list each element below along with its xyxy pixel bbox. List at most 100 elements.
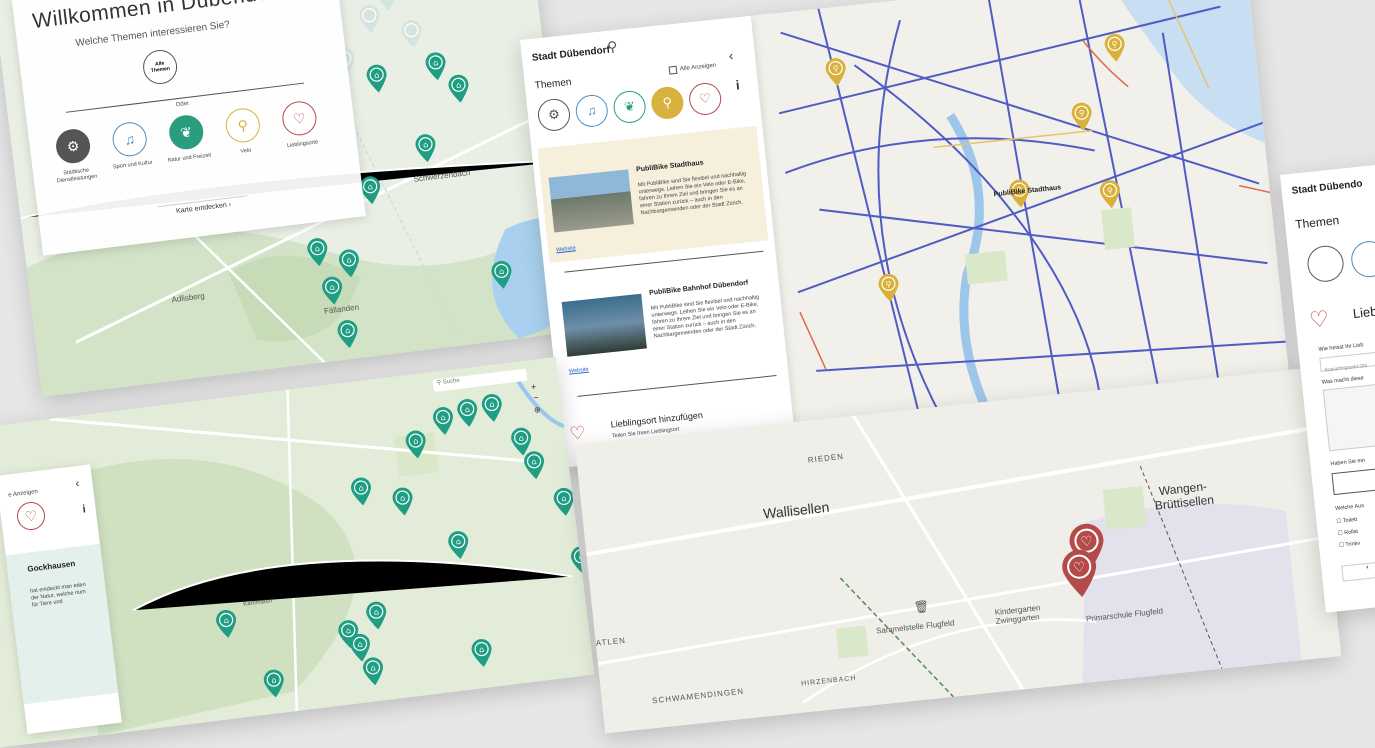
nature-pin[interactable]: ⌂ xyxy=(305,236,330,268)
checkbox-box[interactable] xyxy=(669,66,678,75)
topic-label: Velo xyxy=(218,145,274,159)
q1-placeholder: Aussichtspunkt Glo xyxy=(1321,363,1367,374)
q2-label: Was macht diese xyxy=(1322,375,1364,385)
option-checkbox[interactable]: ☐ Trinkv xyxy=(1339,541,1361,549)
topic-button[interactable]: ♡Lieblingsorte xyxy=(270,98,334,174)
svg-text:⌂: ⌂ xyxy=(464,405,470,415)
all-topics-label: Alle Themen xyxy=(148,60,171,75)
inactive-pin[interactable] xyxy=(399,18,424,50)
welcome-dialog: Willkommen in Dübendorf Welche Themen in… xyxy=(12,0,366,256)
heart-icon[interactable]: ♡ xyxy=(15,500,46,531)
svg-text:⌂: ⌂ xyxy=(358,483,364,493)
nature-pin[interactable]: ⌂ xyxy=(446,529,471,561)
svg-text:⌂: ⌂ xyxy=(455,537,461,547)
svg-text:⌂: ⌂ xyxy=(345,326,351,336)
nature-pin[interactable]: ⌂ xyxy=(390,485,415,517)
nature-pin[interactable]: ⌂ xyxy=(446,73,471,105)
option-label: Rollst xyxy=(1344,529,1358,536)
nature-pin[interactable]: ⌂ xyxy=(349,475,374,507)
svg-text:⌂: ⌂ xyxy=(578,552,584,562)
theme-filter-bicycle-icon[interactable]: ⚲ xyxy=(650,85,685,120)
place-title: Gockhausen xyxy=(27,559,76,574)
nature-pin[interactable]: ⌂ xyxy=(403,428,428,460)
trash-icon: 🗑 xyxy=(913,599,930,615)
collapse-panel-button[interactable]: ‹ xyxy=(728,48,734,63)
nature-pin[interactable]: ⌂ xyxy=(489,259,514,291)
all-topics-button[interactable]: Alle Themen xyxy=(141,48,179,86)
bike-station-pin[interactable]: ⚲ xyxy=(1070,101,1095,133)
topic-button[interactable]: ⚲Velo xyxy=(213,105,277,181)
svg-text:⚲: ⚲ xyxy=(832,64,839,74)
topic-label: Lieblingsorte xyxy=(274,138,330,152)
svg-text:⌂: ⌂ xyxy=(440,413,446,423)
nature-pin[interactable]: ⌂ xyxy=(364,599,389,631)
nature-pin[interactable]: ⌂ xyxy=(262,667,287,699)
svg-text:⚲: ⚲ xyxy=(1107,186,1114,196)
show-all-label: e Anzeigen xyxy=(8,489,38,499)
entry-website-link[interactable]: Website xyxy=(569,367,589,375)
nature-pin[interactable]: ⌂ xyxy=(469,637,494,669)
theme-filter-heart-icon[interactable]: ♡ xyxy=(688,81,723,116)
bike-station-pin[interactable]: ⚲ xyxy=(824,56,849,88)
bike-station-pin[interactable]: ⚲ xyxy=(1098,178,1123,210)
favorite-pin[interactable]: ♡ xyxy=(1059,546,1102,601)
topic-label: Natur und Freizeit xyxy=(161,152,217,166)
topic-button[interactable]: ♫Sport und Kultur xyxy=(100,119,164,195)
entry-title: PubliBike Bahnhof Dübendorf xyxy=(649,279,749,296)
svg-text:⚲: ⚲ xyxy=(885,280,892,290)
option-checkbox[interactable]: ☐ Rollst xyxy=(1338,529,1359,537)
svg-text:⌂: ⌂ xyxy=(400,493,406,503)
entry-website-link[interactable]: Website xyxy=(556,245,576,253)
q4-label: Welche Aus xyxy=(1335,503,1364,512)
nature-pin[interactable]: ⌂ xyxy=(361,655,386,687)
theme-filter-municipal-services-icon[interactable]: ⚙ xyxy=(536,97,571,132)
sport-culture-icon[interactable] xyxy=(1350,239,1375,279)
explore-label: Karte entdecken xyxy=(176,202,227,215)
nature-pin[interactable]: ⌂ xyxy=(337,247,362,279)
entry-description: Mit PubliBike sind Sie flexibel und nach… xyxy=(638,170,756,217)
zoom-in-button[interactable]: + xyxy=(530,381,536,392)
svg-text:⌂: ⌂ xyxy=(455,80,461,90)
topic-button[interactable]: ⚙Städtische Dienstleistungen xyxy=(43,126,107,202)
q3-label: Haben Sie ein xyxy=(1330,458,1365,468)
nature-pin[interactable]: ⌂ xyxy=(522,449,547,481)
nature-pin[interactable]: ⌂ xyxy=(214,608,239,640)
explore-map-button[interactable]: Karte entdecken › xyxy=(158,195,250,224)
theme-filter-nature-icon[interactable]: ❦ xyxy=(612,89,647,124)
entry-title: PubliBike Stadthaus xyxy=(636,160,704,174)
nature-pin[interactable]: ⌂ xyxy=(423,50,448,82)
topic-label: Sport und Kultur xyxy=(105,159,161,173)
nature-pin[interactable]: ⌂ xyxy=(431,405,456,437)
svg-text:♡: ♡ xyxy=(1072,559,1086,576)
form-back-button[interactable]: ‹ xyxy=(1341,560,1375,581)
list-item[interactable]: PubliBike Stadthaus Mit PubliBike sind S… xyxy=(537,126,768,263)
theme-filter-sport-culture-icon[interactable]: ♫ xyxy=(574,93,609,128)
nature-pin[interactable]: ⌂ xyxy=(335,318,360,350)
bike-station-pin[interactable]: ⚲ xyxy=(1103,32,1128,64)
locate-icon[interactable]: ⊕ xyxy=(533,405,541,415)
form-themes-heading: Themen xyxy=(1295,213,1340,232)
list-item[interactable]: PubliBike Bahnhof Dübendorf Mit PubliBik… xyxy=(551,255,782,392)
nature-pin[interactable]: ⌂ xyxy=(455,397,480,429)
q1-label: Wie heisst Ihr Lieb xyxy=(1318,342,1364,353)
nature-icon: ❦ xyxy=(167,113,205,151)
municipal-services-icon[interactable] xyxy=(1306,244,1346,284)
collapse-panel-button[interactable]: ‹ xyxy=(75,476,81,490)
nature-pin[interactable]: ⌂ xyxy=(552,486,577,518)
zoom-out-button[interactable]: − xyxy=(533,392,539,403)
nature-pin[interactable]: ⌂ xyxy=(480,392,505,424)
show-all-checkbox[interactable]: Alle Anzeigen xyxy=(669,62,717,75)
nature-pin[interactable]: ⌂ xyxy=(413,132,438,164)
svg-text:⌂: ⌂ xyxy=(433,58,439,68)
panel-logo-bicycle-icon: ⚲ xyxy=(606,38,618,56)
info-button[interactable]: i xyxy=(735,77,740,92)
info-button[interactable]: i xyxy=(82,503,87,515)
svg-text:⚲: ⚲ xyxy=(1111,40,1118,50)
topic-button[interactable]: ❦Natur und Freizeit xyxy=(156,112,220,188)
option-checkbox[interactable]: ☐ Toilett xyxy=(1336,517,1357,525)
svg-text:⌂: ⌂ xyxy=(367,182,373,192)
bike-station-pin[interactable]: ⚲ xyxy=(876,272,901,304)
favorites-heading: Lieb xyxy=(1352,304,1375,321)
nature-pin[interactable]: ⌂ xyxy=(364,62,389,94)
or-label: Oder xyxy=(176,101,190,109)
